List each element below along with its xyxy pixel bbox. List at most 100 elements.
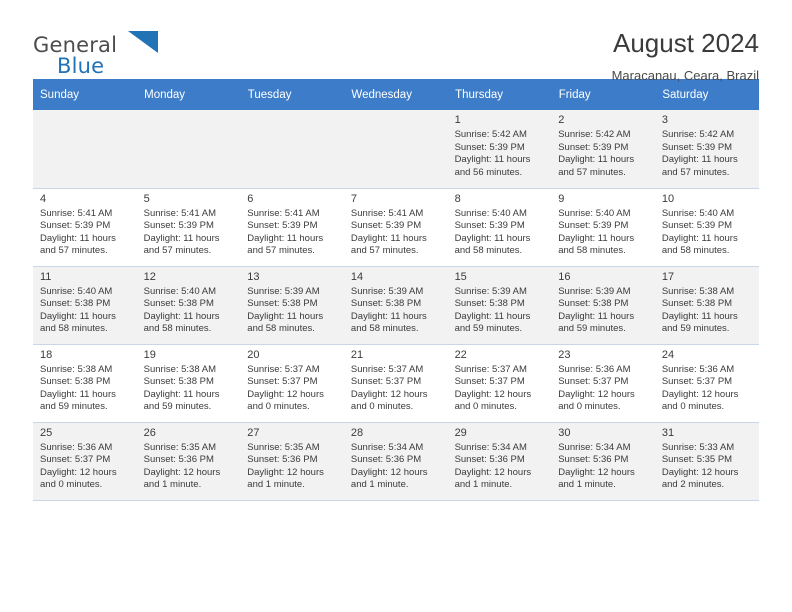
- day-info: Sunrise: 5:34 AM Sunset: 5:36 PM Dayligh…: [558, 441, 635, 491]
- weekday-sunday: Sunday: [33, 79, 138, 110]
- day-info: Sunrise: 5:41 AM Sunset: 5:39 PM Dayligh…: [143, 207, 220, 257]
- weekday-tuesday: Tuesday: [240, 79, 345, 110]
- day-info: Sunrise: 5:34 AM Sunset: 5:36 PM Dayligh…: [350, 441, 428, 491]
- day-info: Sunrise: 5:40 AM Sunset: 5:38 PM Dayligh…: [143, 285, 220, 335]
- logo-text-blue: Blue: [57, 54, 105, 78]
- day-info: Sunrise: 5:35 AM Sunset: 5:36 PM Dayligh…: [143, 441, 221, 491]
- location-subtitle: Maracanau, Ceara, Brazil: [611, 68, 759, 83]
- day-number: 23: [558, 348, 571, 361]
- day-number: 27: [247, 426, 260, 439]
- day-number: 17: [661, 270, 675, 283]
- day-cell: [136, 110, 241, 189]
- day-cell: 31 Sunrise: 5:33 AM Sunset: 5:35 PM Dayli…: [654, 422, 759, 501]
- day-number: 31: [661, 426, 675, 439]
- day-info: Sunrise: 5:41 AM Sunset: 5:39 PM Dayligh…: [247, 207, 324, 257]
- day-cell: 24 Sunrise: 5:36 AM Sunset: 5:37 PM Dayli…: [654, 344, 759, 423]
- calendar-table: Sunday Monday Tuesday Wednesday Thursday…: [33, 79, 759, 501]
- day-cell: 23 Sunrise: 5:36 AM Sunset: 5:37 PM Dayli…: [551, 344, 655, 423]
- day-cell: 17 Sunrise: 5:38 AM Sunset: 5:38 PM Dayli…: [654, 266, 759, 345]
- day-info: Sunrise: 5:38 AM Sunset: 5:38 PM Dayligh…: [143, 363, 220, 413]
- day-cell: 19 Sunrise: 5:38 AM Sunset: 5:38 PM Dayli…: [136, 344, 241, 423]
- day-info: Sunrise: 5:36 AM Sunset: 5:37 PM Dayligh…: [40, 441, 117, 491]
- logo: General Blue: [33, 28, 213, 77]
- day-info: Sunrise: 5:33 AM Sunset: 5:35 PM Dayligh…: [661, 441, 739, 491]
- day-info: Sunrise: 5:41 AM Sunset: 5:39 PM Dayligh…: [350, 207, 427, 257]
- day-cell: 20 Sunrise: 5:37 AM Sunset: 5:37 PM Dayli…: [240, 344, 344, 423]
- day-cell: 29 Sunrise: 5:34 AM Sunset: 5:36 PM Dayli…: [447, 422, 552, 501]
- day-number: 11: [40, 270, 52, 283]
- day-cell: 30 Sunrise: 5:34 AM Sunset: 5:36 PM Dayli…: [551, 422, 655, 501]
- day-cell: 22 Sunrise: 5:37 AM Sunset: 5:37 PM Dayli…: [447, 344, 552, 423]
- week-row: 1 Sunrise: 5:42 AM Sunset: 5:39 PM Daylig…: [33, 110, 759, 189]
- day-cell: 28 Sunrise: 5:34 AM Sunset: 5:36 PM Dayli…: [343, 422, 448, 501]
- day-info: Sunrise: 5:38 AM Sunset: 5:38 PM Dayligh…: [661, 285, 738, 335]
- day-number: 15: [454, 270, 467, 283]
- day-info: Sunrise: 5:36 AM Sunset: 5:37 PM Dayligh…: [558, 363, 635, 413]
- day-cell: 15 Sunrise: 5:39 AM Sunset: 5:38 PM Dayli…: [447, 266, 552, 345]
- day-number: 30: [558, 426, 571, 439]
- day-info: Sunrise: 5:40 AM Sunset: 5:39 PM Dayligh…: [558, 207, 635, 257]
- day-info: Sunrise: 5:39 AM Sunset: 5:38 PM Dayligh…: [350, 285, 427, 335]
- weekday-thursday: Thursday: [447, 79, 552, 110]
- day-number: 7: [350, 192, 358, 205]
- day-cell: 8 Sunrise: 5:40 AM Sunset: 5:39 PM Daylig…: [447, 188, 552, 267]
- day-info: Sunrise: 5:42 AM Sunset: 5:39 PM Dayligh…: [558, 129, 635, 178]
- day-number: 20: [247, 348, 260, 361]
- day-info: Sunrise: 5:34 AM Sunset: 5:36 PM Dayligh…: [454, 441, 532, 491]
- day-info: Sunrise: 5:39 AM Sunset: 5:38 PM Dayligh…: [558, 285, 635, 335]
- day-number: 14: [350, 270, 364, 283]
- day-number: 18: [40, 348, 53, 361]
- day-info: Sunrise: 5:38 AM Sunset: 5:38 PM Dayligh…: [40, 363, 116, 413]
- day-number: 4: [40, 192, 47, 205]
- day-cell: [240, 110, 344, 189]
- day-cell: [343, 110, 448, 189]
- day-cell: 1 Sunrise: 5:42 AM Sunset: 5:39 PM Daylig…: [447, 110, 552, 189]
- day-number: 5: [143, 192, 150, 205]
- weekday-header-row: Sunday Monday Tuesday Wednesday Thursday…: [33, 79, 759, 110]
- logo-text-general: General: [33, 33, 118, 57]
- day-cell: 6 Sunrise: 5:41 AM Sunset: 5:39 PM Daylig…: [240, 188, 344, 267]
- day-cell: [33, 110, 137, 189]
- day-cell: 5 Sunrise: 5:41 AM Sunset: 5:39 PM Daylig…: [136, 188, 241, 267]
- day-number: 1: [454, 114, 461, 126]
- day-cell: 10 Sunrise: 5:40 AM Sunset: 5:39 PM Dayli…: [654, 188, 759, 267]
- day-info: Sunrise: 5:40 AM Sunset: 5:39 PM Dayligh…: [661, 207, 738, 257]
- weekday-wednesday: Wednesday: [343, 79, 449, 110]
- day-cell: 21 Sunrise: 5:37 AM Sunset: 5:37 PM Dayli…: [343, 344, 448, 423]
- day-info: Sunrise: 5:40 AM Sunset: 5:39 PM Dayligh…: [454, 207, 531, 257]
- day-number: 24: [661, 348, 675, 361]
- day-cell: 16 Sunrise: 5:39 AM Sunset: 5:38 PM Dayli…: [551, 266, 655, 345]
- day-cell: 13 Sunrise: 5:39 AM Sunset: 5:38 PM Dayli…: [240, 266, 344, 345]
- day-cell: 14 Sunrise: 5:39 AM Sunset: 5:38 PM Dayli…: [343, 266, 448, 345]
- day-info: Sunrise: 5:36 AM Sunset: 5:37 PM Dayligh…: [661, 363, 739, 413]
- page-title: August 2024: [612, 28, 759, 58]
- day-number: 25: [40, 426, 53, 439]
- day-number: 2: [558, 114, 565, 126]
- day-info: Sunrise: 5:41 AM Sunset: 5:39 PM Dayligh…: [40, 207, 116, 257]
- day-number: 10: [661, 192, 675, 205]
- day-number: 22: [454, 348, 467, 361]
- day-number: 6: [247, 192, 254, 205]
- day-cell: 2 Sunrise: 5:42 AM Sunset: 5:39 PM Daylig…: [551, 110, 655, 189]
- week-row: 25 Sunrise: 5:36 AM Sunset: 5:37 PM Dayli…: [33, 422, 759, 501]
- week-row: 11 Sunrise: 5:40 AM Sunset: 5:38 PM Dayli…: [33, 266, 759, 345]
- day-info: Sunrise: 5:39 AM Sunset: 5:38 PM Dayligh…: [454, 285, 531, 335]
- day-number: 16: [558, 270, 571, 283]
- week-row: 4 Sunrise: 5:41 AM Sunset: 5:39 PM Daylig…: [33, 188, 759, 267]
- day-cell: 9 Sunrise: 5:40 AM Sunset: 5:39 PM Daylig…: [551, 188, 655, 267]
- day-info: Sunrise: 5:40 AM Sunset: 5:38 PM Dayligh…: [40, 285, 116, 335]
- day-cell: 27 Sunrise: 5:35 AM Sunset: 5:36 PM Dayli…: [240, 422, 344, 501]
- day-info: Sunrise: 5:37 AM Sunset: 5:37 PM Dayligh…: [350, 363, 428, 413]
- day-info: Sunrise: 5:37 AM Sunset: 5:37 PM Dayligh…: [454, 363, 532, 413]
- day-cell: 12 Sunrise: 5:40 AM Sunset: 5:38 PM Dayli…: [136, 266, 241, 345]
- page-header: General Blue August 2024 Maracanau, Cear…: [33, 0, 759, 83]
- day-cell: 18 Sunrise: 5:38 AM Sunset: 5:38 PM Dayli…: [33, 344, 137, 423]
- day-cell: 26 Sunrise: 5:35 AM Sunset: 5:36 PM Dayli…: [136, 422, 241, 501]
- day-number: 3: [661, 114, 668, 126]
- day-info: Sunrise: 5:39 AM Sunset: 5:38 PM Dayligh…: [247, 285, 324, 335]
- day-cell: 11 Sunrise: 5:40 AM Sunset: 5:38 PM Dayli…: [33, 266, 137, 345]
- day-number: 26: [143, 426, 156, 439]
- day-cell: 4 Sunrise: 5:41 AM Sunset: 5:39 PM Daylig…: [33, 188, 137, 267]
- weekday-saturday: Saturday: [654, 79, 759, 110]
- day-number: 28: [350, 426, 364, 439]
